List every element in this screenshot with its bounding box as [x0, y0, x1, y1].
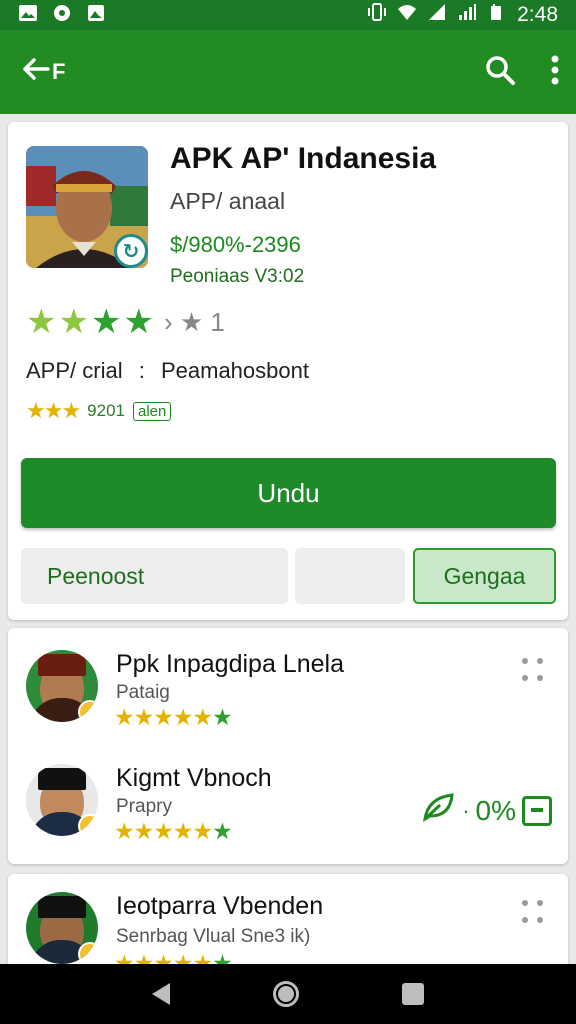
review-stars: ★★★★★ ★: [114, 818, 233, 845]
back-arrow-icon: [22, 57, 50, 87]
app-title: APK AP' Indanesia: [170, 142, 437, 175]
app-version: Peoniaas V3:02: [170, 266, 305, 287]
avatar: ✓: [26, 650, 98, 722]
app-details-card: ↻ APK AP' Indanesia APP/ anaal $/980%-23…: [8, 122, 568, 620]
system-nav-bar: [0, 964, 576, 1024]
rating-stars: ★ ★ ★ ★ › ★ 1: [26, 302, 225, 342]
small-tag: alen: [133, 401, 172, 421]
reviewer-name: Kigmt Vbnoch: [116, 764, 272, 792]
app-badge-icon: ↻: [114, 234, 148, 268]
status-bar: 2:48: [0, 0, 576, 30]
vibrate-icon: [367, 3, 387, 27]
reviewer-name: Ppk Inpagdipa Lnela: [116, 650, 344, 678]
app-meta-line: APP/ crial : Peamahosbont: [26, 358, 309, 384]
reviewer-subtitle: Senrbag Vlual Sne3 ik): [116, 926, 311, 947]
reviewer-name: Ieotparra Vbenden: [116, 892, 324, 920]
review-item[interactable]: ✓ Ppk Inpagdipa Lnela Pataig ★★★★★ ★: [8, 642, 568, 742]
secondary-button-middle[interactable]: [295, 548, 405, 604]
meta-separator: :: [138, 358, 145, 383]
signal-icon: [457, 3, 477, 27]
rating-tail: › ★ 1: [163, 306, 225, 337]
share-dash: ·: [462, 797, 470, 823]
wifi-icon: [397, 3, 417, 27]
overflow-menu-icon[interactable]: [550, 55, 560, 90]
circle-app-icon: [52, 4, 72, 27]
app-icon[interactable]: ↻: [26, 146, 148, 268]
star-icon: ★: [58, 303, 89, 341]
avatar-badge-icon: ✓: [78, 700, 98, 722]
nav-back-icon[interactable]: [151, 983, 170, 1005]
install-button[interactable]: Undu: [21, 458, 556, 528]
share-percent: 0%: [475, 794, 516, 826]
app-price: $/980%-2396: [170, 232, 301, 257]
avatar: ✓: [26, 892, 98, 964]
secondary-button-right[interactable]: Gengaa: [413, 548, 556, 604]
review-menu-icon[interactable]: [518, 898, 548, 928]
meta-label: APP/ crial: [26, 358, 123, 383]
meta-value: Peamahosbont: [160, 358, 309, 383]
back-label: F: [52, 59, 66, 84]
app-subtitle: APP/ anaal: [170, 188, 286, 214]
small-count: 9201: [87, 401, 125, 420]
star-icon: ★: [90, 303, 122, 341]
avatar-badge-icon: ✓: [78, 814, 98, 836]
share-row[interactable]: · 0%: [422, 792, 552, 829]
search-icon[interactable]: [484, 54, 516, 91]
avatar: ✓: [26, 764, 98, 836]
star-icon: ★: [26, 303, 57, 341]
small-rating-row: ★★★ 9201 alen: [26, 398, 172, 424]
battery-icon: [487, 3, 507, 27]
star-icon: ★: [123, 303, 154, 341]
review-menu-icon[interactable]: [518, 656, 548, 686]
review-star-green: ★: [212, 704, 233, 730]
review-item[interactable]: ✓ Ieotparra Vbenden Senrbag Vlual Sne3 i…: [8, 888, 568, 974]
review-star-green: ★: [212, 818, 233, 844]
secondary-button-left[interactable]: Peenoost: [21, 548, 288, 604]
avatar-badge-icon: ✓: [78, 942, 98, 964]
reviewer-subtitle: Pataig: [116, 682, 170, 703]
review-stars-yellow: ★★★★★: [114, 818, 213, 844]
photo-icon: [86, 4, 106, 27]
reviews-card: ✓ Ppk Inpagdipa Lnela Pataig ★★★★★ ★ ✓ K…: [8, 628, 568, 864]
reviewer-subtitle: Prapry: [116, 796, 172, 817]
review-stars: ★★★★★ ★: [114, 704, 233, 731]
app-toolbar: F: [0, 30, 576, 114]
review-stars-yellow: ★★★★★: [114, 704, 213, 730]
small-stars: ★★★: [26, 398, 81, 423]
nav-recents-icon[interactable]: [402, 983, 425, 1005]
leaf-icon: [422, 792, 456, 829]
back-button[interactable]: F: [22, 57, 65, 87]
reviews-card-2: ✓ Ieotparra Vbenden Senrbag Vlual Sne3 i…: [8, 874, 568, 974]
status-time: 2:48: [517, 3, 558, 26]
gallery-icon: [18, 4, 38, 27]
review-item[interactable]: ✓ Kigmt Vbnoch Prapry ★★★★★ ★ · 0%: [8, 756, 568, 856]
signal-icon: [427, 3, 447, 27]
nav-home-icon[interactable]: [272, 981, 299, 1007]
minus-box-icon[interactable]: [522, 795, 552, 826]
